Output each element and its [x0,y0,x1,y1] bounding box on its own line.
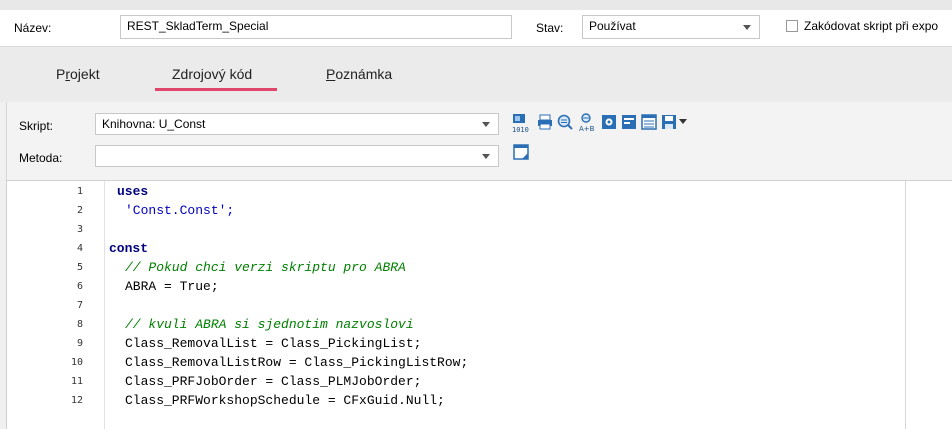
settings-icon[interactable] [601,114,617,130]
save-icon[interactable] [661,114,677,130]
tab-projekt-mnemonic: r [65,66,71,82]
script-label: Skript: [19,119,54,133]
line-number: 3 [76,224,83,235]
compile-icon[interactable]: 1010 [511,112,529,134]
script-select[interactable]: Knihovna: U_Const [95,113,499,135]
line-number: 8 [76,319,83,330]
encode-label: Zakódovat skript při expo [804,19,939,33]
line-number-gutter: 1 2 3 4 5 6 7 8 9 10 11 12 [7,181,104,429]
replace-icon[interactable]: A+B [577,112,595,134]
line-number: 7 [76,300,83,311]
line-number: 2 [76,205,83,216]
note-icon[interactable] [621,114,637,130]
code-line: // kvuli ABRA si sjednotim nazvoslovi [125,317,414,332]
tab-poznamka[interactable]: Poznámka [326,66,392,82]
save-menu-chevron-icon[interactable] [679,119,687,125]
right-margin-line [905,181,906,429]
code-editor[interactable]: 1 2 3 4 5 6 7 8 9 10 11 12 uses 'Const.C… [6,180,952,429]
code-line: Class_PRFJobOrder = Class_PLMJobOrder; [125,374,422,389]
code-line: ABRA = True; [125,279,219,294]
line-number: 9 [76,338,83,349]
tab-projekt[interactable]: Projekt [56,66,100,82]
line-number: 4 [76,243,83,254]
svg-text:A+B: A+B [579,125,595,133]
method-select[interactable] [95,145,499,167]
script-panel: Skript: Knihovna: U_Const Metoda: 1010 A… [6,102,952,180]
encode-checkbox[interactable] [786,20,798,32]
line-number: 11 [70,376,83,387]
line-number: 6 [76,281,83,292]
chevron-down-icon[interactable] [743,25,751,30]
method-label: Metoda: [19,151,63,165]
line-number: 5 [76,262,83,273]
print-icon[interactable] [537,114,553,130]
code-line: uses [117,184,149,199]
chevron-down-icon[interactable] [482,154,490,159]
line-number: 10 [70,357,83,368]
svg-text:1010: 1010 [512,126,529,134]
code-line: 'Const.Const'; [125,203,235,218]
name-label: Název: [14,21,52,35]
header-bar: Název: REST_SkladTerm_Special Stav: Použ… [0,10,952,47]
list-icon[interactable] [641,114,657,130]
chevron-down-icon[interactable] [482,122,490,127]
code-line: const [109,241,149,256]
line-number: 1 [76,186,83,197]
code-line: Class_RemovalList = Class_PickingList; [125,336,422,351]
top-strip [0,0,952,10]
gutter-divider [104,181,105,429]
name-field[interactable]: REST_SkladTerm_Special [120,15,512,39]
method-note-icon[interactable] [513,144,529,160]
line-number: 12 [70,395,83,406]
find-icon[interactable] [557,114,573,130]
state-value: Používat [589,19,636,33]
tab-bar: Projekt Zdrojový kód Poznámka [0,47,952,102]
state-select[interactable]: Používat [582,15,760,39]
code-line: Class_PRFWorkshopSchedule = CFxGuid.Null… [125,393,445,408]
tab-poznamka-mnemonic: P [326,66,336,82]
script-value: Knihovna: U_Const [102,117,206,131]
code-line: Class_RemovalListRow = Class_PickingList… [125,355,469,370]
state-label: Stav: [536,21,564,35]
active-tab-indicator [155,88,277,91]
tab-zdrojovy-kod[interactable]: Zdrojový kód [172,66,252,82]
code-line: // Pokud chci verzi skriptu pro ABRA [125,260,406,275]
